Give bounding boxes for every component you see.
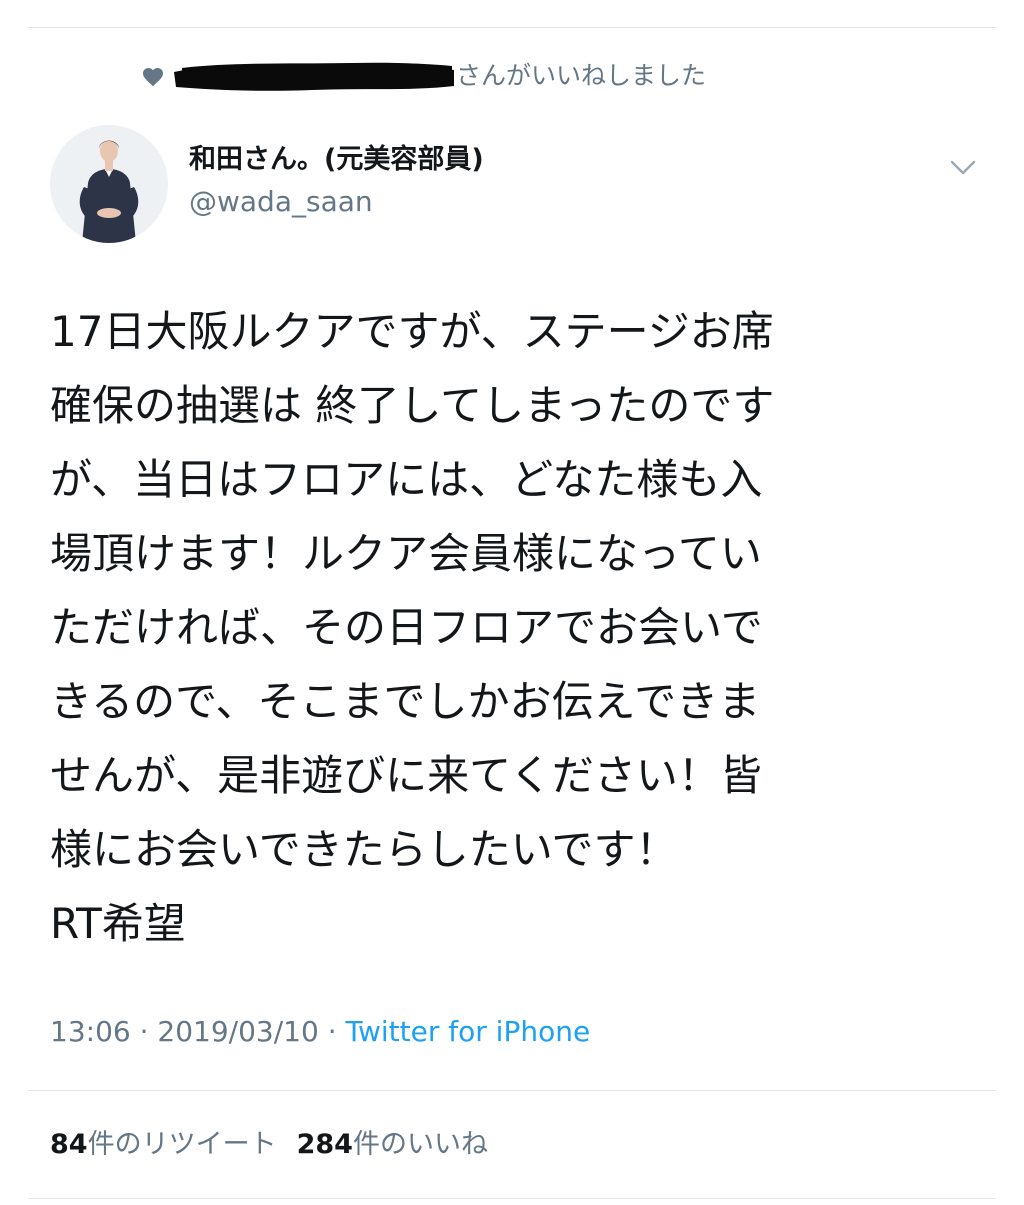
- heart-icon: [143, 68, 163, 87]
- tweet-line: 確保の抽選は 終了してしまったのです: [50, 381, 775, 430]
- avatar[interactable]: [50, 125, 168, 243]
- tweet-meta: 13:06 · 2019/03/10 · Twitter for iPhone: [50, 1012, 590, 1052]
- tweet-line: 様にお会いできたらしたいです！: [50, 825, 678, 874]
- retweet-stat[interactable]: 84件のリツイート: [50, 1125, 277, 1165]
- like-stat[interactable]: 284件のいいね: [297, 1125, 488, 1165]
- tweet-time: 13:06: [50, 1015, 131, 1048]
- tweet-line: ただければ、その日フロアでお会いで: [50, 603, 763, 652]
- chevron-down-icon[interactable]: [948, 152, 978, 182]
- like-label: 件のいいね: [352, 1129, 488, 1160]
- avatar-image: [50, 125, 168, 243]
- stats-divider: [28, 1198, 996, 1199]
- tweet-line: きるので、そこまでしかお伝えできま: [50, 677, 761, 726]
- user-handle[interactable]: @wada_saan: [189, 184, 373, 220]
- tweet-line: せんが、是非遊びに来てください！皆: [50, 751, 762, 800]
- meta-separator: ·: [139, 1015, 149, 1048]
- like-count: 284: [296, 1129, 353, 1160]
- tweet-source-link[interactable]: Twitter for iPhone: [346, 1015, 591, 1048]
- liked-by-text: さんがいいねしました: [456, 61, 707, 90]
- retweet-label: 件のリツイート: [87, 1129, 277, 1160]
- tweet-text: 17日大阪ルクアですが、ステージお席 確保の抽選は 終了してしまったのです が、…: [50, 295, 950, 961]
- top-divider: [28, 27, 996, 28]
- display-name[interactable]: 和田さん。(元美容部員): [189, 142, 484, 178]
- redaction-mark: [174, 62, 454, 91]
- retweet-count: 84: [50, 1129, 88, 1160]
- tweet-line: が、当日はフロアには、どなた様も入: [50, 455, 763, 504]
- meta-separator: ·: [327, 1015, 337, 1048]
- tweet-line: 17日大阪ルクアですが、ステージお席: [50, 307, 774, 356]
- tweet-date: 2019/03/10: [157, 1015, 319, 1048]
- social-context: さんがいいねしました: [0, 55, 1024, 99]
- tweet-stats: 84件のリツイート 284件のいいね: [50, 1125, 488, 1165]
- meta-divider: [28, 1090, 996, 1091]
- tweet-line: RT希望: [50, 899, 186, 948]
- tweet-line: 場頂けます！ルクア会員様になってい: [50, 529, 762, 578]
